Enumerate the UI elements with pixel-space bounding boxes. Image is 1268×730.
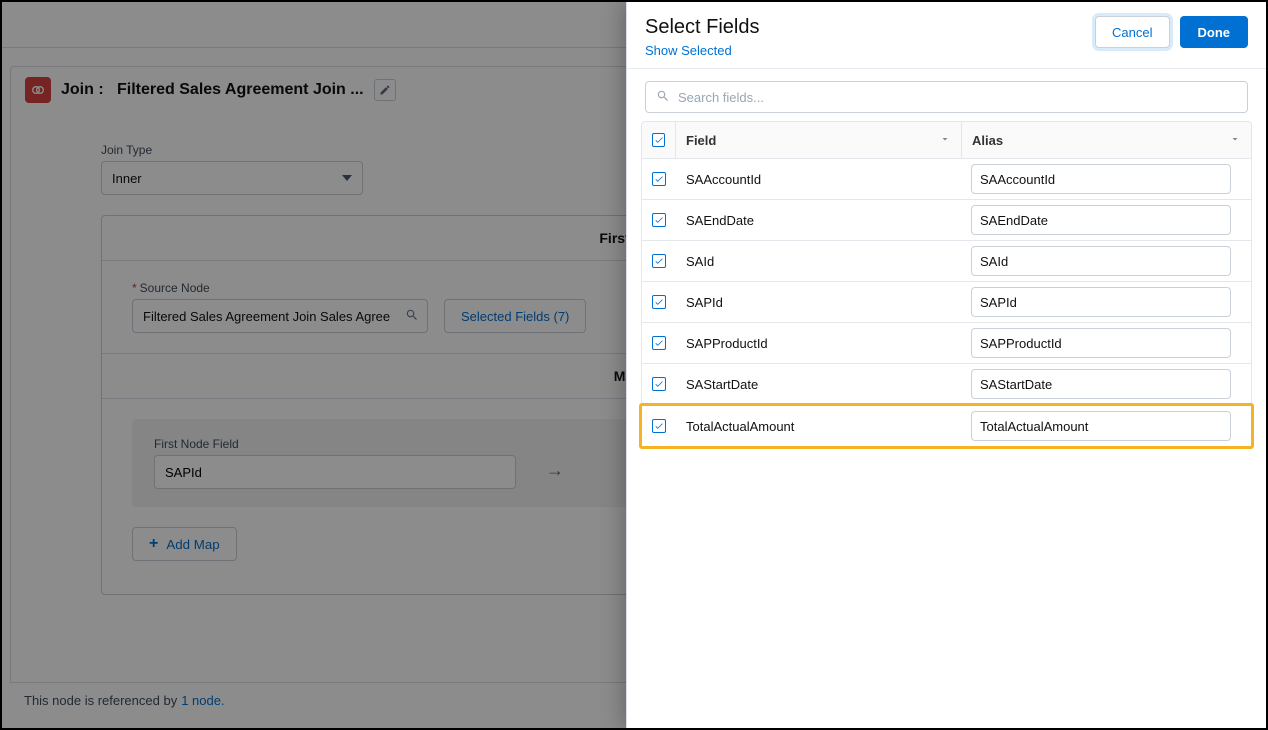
search-input-wrap[interactable]: [645, 81, 1248, 113]
join-type-value: Inner: [112, 171, 142, 186]
panel-title: Select Fields: [645, 16, 760, 39]
field-name: TotalActualAmount: [676, 419, 961, 434]
join-title-value: Filtered Sales Agreement Join ...: [117, 81, 364, 98]
table-row: SAPProductId: [641, 323, 1252, 364]
fields-table: Field Alias SAAccountId: [627, 121, 1266, 463]
alias-input[interactable]: [971, 411, 1231, 441]
search-input[interactable]: [678, 90, 1237, 105]
alias-input[interactable]: [971, 246, 1231, 276]
table-row: SAId: [641, 241, 1252, 282]
field-name: SAStartDate: [676, 377, 961, 392]
footer-link[interactable]: 1 node.: [181, 693, 224, 708]
select-fields-panel: Select Fields Show Selected Cancel Done …: [626, 2, 1266, 728]
row-checkbox[interactable]: [652, 377, 666, 391]
search-icon: [656, 89, 670, 106]
add-map-label: Add Map: [166, 537, 219, 552]
source-node-lookup[interactable]: Filtered Sales Agreement Join Sales Agre…: [132, 299, 428, 333]
row-checkbox[interactable]: [652, 419, 666, 433]
table-row: SAEndDate: [641, 200, 1252, 241]
row-checkbox[interactable]: [652, 254, 666, 268]
first-node-field-value: SAPId: [165, 465, 202, 480]
search-wrap: [627, 69, 1266, 121]
table-row: TotalActualAmount: [639, 403, 1254, 449]
alias-input[interactable]: [971, 328, 1231, 358]
chevron-down-icon: [342, 175, 352, 181]
source-node-value: Filtered Sales Agreement Join Sales Agre…: [143, 309, 390, 324]
show-selected-link[interactable]: Show Selected: [645, 43, 732, 58]
row-checkbox[interactable]: [652, 336, 666, 350]
first-node-field-group: First Node Field SAPId: [154, 437, 516, 489]
field-name: SAEndDate: [676, 213, 961, 228]
alias-input[interactable]: [971, 287, 1231, 317]
chevron-down-icon: [1229, 133, 1241, 148]
alias-input[interactable]: [971, 369, 1231, 399]
done-button[interactable]: Done: [1180, 16, 1249, 48]
alias-input[interactable]: [971, 164, 1231, 194]
chevron-down-icon: [939, 133, 951, 148]
panel-header: Select Fields Show Selected Cancel Done: [627, 2, 1266, 69]
first-node-field-select[interactable]: SAPId: [154, 455, 516, 489]
alias-input[interactable]: [971, 205, 1231, 235]
join-type-select[interactable]: Inner: [101, 161, 363, 195]
arrow-right-icon: →: [546, 460, 564, 489]
add-map-button[interactable]: + Add Map: [132, 527, 237, 561]
select-all-checkbox[interactable]: [652, 133, 665, 147]
field-name: SAPProductId: [676, 336, 961, 351]
rows-container: SAAccountId SAEndDate SAId SAPId: [641, 159, 1252, 449]
col-alias[interactable]: Alias: [961, 122, 1251, 158]
join-icon: [25, 77, 51, 103]
row-checkbox[interactable]: [652, 213, 666, 227]
field-name: SAAccountId: [676, 172, 961, 187]
col-field[interactable]: Field: [676, 122, 961, 158]
edit-title-button[interactable]: [374, 79, 396, 101]
table-row: SAStartDate: [641, 364, 1252, 405]
join-title-prefix: Join :: [61, 81, 104, 98]
selected-fields-button[interactable]: Selected Fields (7): [444, 299, 586, 333]
footer-text: This node is referenced by: [24, 693, 177, 708]
table-row: SAAccountId: [641, 159, 1252, 200]
row-checkbox[interactable]: [652, 172, 666, 186]
table-row: SAPId: [641, 282, 1252, 323]
field-name: SAId: [676, 254, 961, 269]
cancel-button[interactable]: Cancel: [1095, 16, 1169, 48]
table-header: Field Alias: [641, 121, 1252, 159]
plus-icon: +: [149, 535, 158, 553]
field-name: SAPId: [676, 295, 961, 310]
first-node-field-label: First Node Field: [154, 437, 516, 451]
search-icon: [405, 308, 419, 325]
row-checkbox[interactable]: [652, 295, 666, 309]
join-title: Join : Filtered Sales Agreement Join ...: [61, 81, 364, 99]
